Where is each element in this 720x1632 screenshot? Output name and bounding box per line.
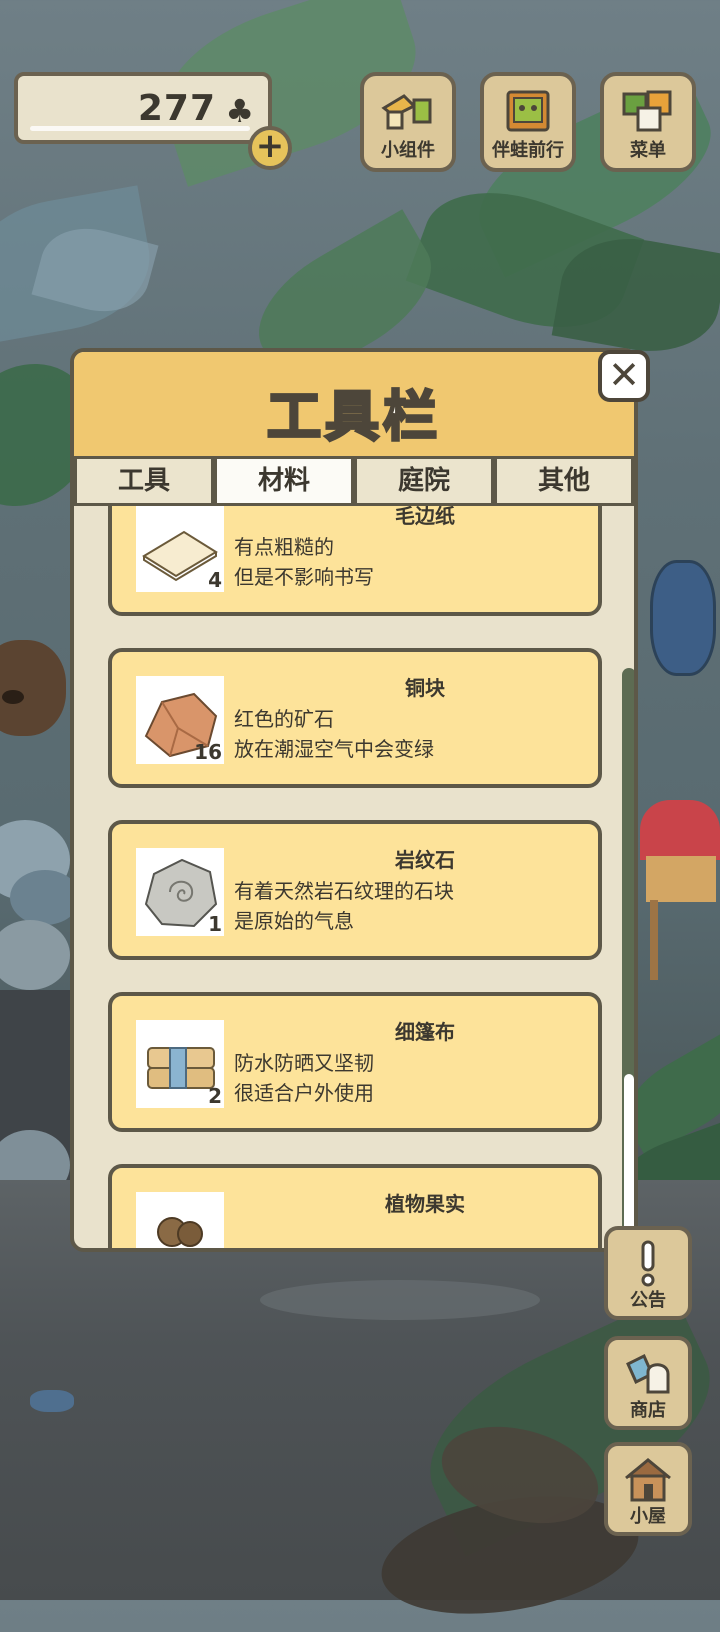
- tab-tools[interactable]: 工具: [74, 456, 214, 506]
- frog-album-button-label: 伴蛙前行: [492, 140, 564, 161]
- item-name: 铜块: [405, 676, 445, 700]
- item-description: 红色的矿石 放在潮湿空气中会变绿: [234, 704, 434, 764]
- item-description: 有着天然岩石纹理的石块 是原始的气息: [234, 876, 454, 936]
- tab-yard[interactable]: 庭院: [354, 456, 494, 506]
- clover-icon: ♣: [225, 92, 254, 130]
- item-description-line: 有着天然岩石纹理的石块: [234, 879, 454, 903]
- item-thumbnail: 2: [136, 1020, 224, 1108]
- house-button[interactable]: 小屋: [604, 1442, 692, 1536]
- menu-icon: [622, 90, 672, 132]
- house-button-label: 小屋: [630, 1506, 666, 1527]
- menu-button-label: 菜单: [630, 140, 666, 161]
- clover-counter: 277 ♣: [14, 72, 272, 144]
- item-thumbnail: 1: [136, 848, 224, 936]
- widget-button-label: 小组件: [381, 140, 435, 161]
- item-description-line: 很适合户外使用: [234, 1081, 374, 1105]
- frog-album-icon: [506, 90, 550, 132]
- menu-button[interactable]: 菜单: [600, 72, 696, 172]
- item-quantity: 16: [194, 740, 222, 764]
- widget-icon: [381, 94, 432, 130]
- counter-underline: [30, 126, 250, 131]
- list-item[interactable]: 植物果实: [108, 1164, 602, 1248]
- item-thumbnail: [136, 1192, 224, 1248]
- item-name: 细篷布: [395, 1020, 455, 1044]
- house-icon: [625, 1458, 671, 1502]
- list-item[interactable]: 2 细篷布 防水防晒又坚韧 很适合户外使用: [108, 992, 602, 1132]
- item-description-line: 放在潮湿空气中会变绿: [234, 737, 434, 761]
- item-name: 毛边纸: [395, 506, 455, 528]
- list-item[interactable]: 1 岩纹石 有着天然岩石纹理的石块 是原始的气息: [108, 820, 602, 960]
- item-quantity: 2: [208, 1084, 222, 1108]
- plus-icon: +: [255, 126, 285, 166]
- shop-button-label: 商店: [630, 1400, 666, 1421]
- item-description: 有点粗糙的 但是不影响书写: [234, 532, 374, 592]
- clover-count: 277: [137, 88, 216, 129]
- tab-bar: 工具 材料 庭院 其他: [74, 456, 634, 506]
- tab-other[interactable]: 其他: [494, 456, 634, 506]
- item-list[interactable]: 4 毛边纸 有点粗糙的 但是不影响书写 16 铜块 红色的矿石 放在潮湿空气中会…: [74, 506, 634, 1248]
- item-name: 岩纹石: [395, 848, 455, 872]
- panel-header: 工具栏: [74, 352, 634, 456]
- notice-button[interactable]: 公告: [604, 1226, 692, 1320]
- item-description: 防水防晒又坚韧 很适合户外使用: [234, 1048, 374, 1108]
- close-icon: ✕: [608, 353, 640, 397]
- add-clover-button[interactable]: +: [248, 126, 292, 170]
- item-quantity: 4: [208, 568, 222, 592]
- item-description-line: 红色的矿石: [234, 707, 334, 731]
- plant-fruit-icon: [157, 1217, 203, 1247]
- item-quantity: 1: [208, 912, 222, 936]
- shop-bag-icon: [626, 1353, 670, 1394]
- item-thumbnail: 16: [136, 676, 224, 764]
- widget-button[interactable]: 小组件: [360, 72, 456, 172]
- item-description-line: 防水防晒又坚韧: [234, 1051, 374, 1075]
- panel-title: 工具栏: [266, 384, 441, 450]
- close-button[interactable]: ✕: [598, 350, 650, 402]
- list-item[interactable]: 16 铜块 红色的矿石 放在潮湿空气中会变绿: [108, 648, 602, 788]
- toolbar-panel: 工具栏 工具 材料 庭院 其他 4 毛边纸 有点粗糙的 但是不影响书写 16 铜…: [70, 348, 638, 1252]
- shop-button[interactable]: 商店: [604, 1336, 692, 1430]
- tab-materials[interactable]: 材料: [214, 456, 354, 506]
- item-thumbnail: 4: [136, 506, 224, 592]
- item-description-line: 但是不影响书写: [234, 565, 374, 589]
- item-description-line: 有点粗糙的: [234, 535, 334, 559]
- item-name: 植物果实: [385, 1192, 465, 1216]
- notice-button-label: 公告: [630, 1290, 666, 1311]
- list-item[interactable]: 4 毛边纸 有点粗糙的 但是不影响书写: [108, 506, 602, 616]
- item-description-line: 是原始的气息: [234, 909, 354, 933]
- exclamation-icon: [641, 1240, 655, 1287]
- frog-album-button[interactable]: 伴蛙前行: [480, 72, 576, 172]
